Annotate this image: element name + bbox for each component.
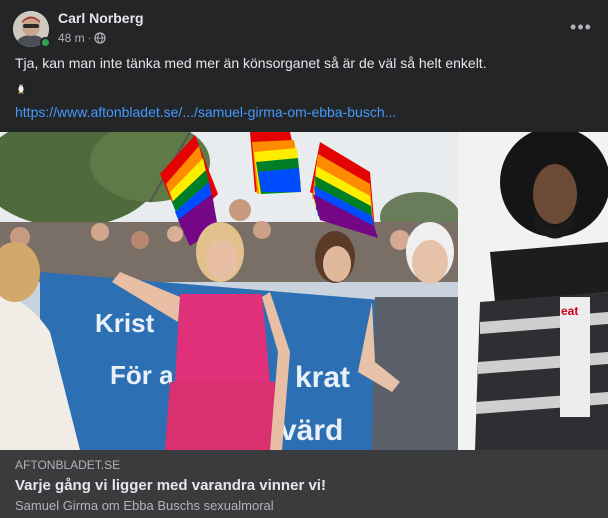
preview-title: Varje gång vi ligger med varandra vinner… [15,477,326,494]
post-timestamp[interactable]: 48 m [58,31,85,45]
svg-text:värd: värd [280,414,343,447]
penguin-emoji-icon [17,83,25,94]
preview-subtitle: Samuel Girma om Ebba Buschs sexualmoral [15,498,274,513]
more-options-button[interactable]: ••• [566,12,596,42]
online-status-indicator [40,37,51,48]
svg-text:För a: För a [110,360,174,390]
post-meta: 48 m · [58,31,106,45]
preview-photo: Krist krat För a värd eat [0,132,608,450]
rainbow-flag-2 [250,132,301,194]
author-name[interactable]: Carl Norberg [58,10,144,26]
facebook-post: Carl Norberg 48 m · ••• Tja, kan man int… [0,0,608,518]
svg-text:Krist: Krist [95,308,155,338]
svg-text:krat: krat [295,361,350,394]
post-link[interactable]: https://www.aftonbladet.se/.../samuel-gi… [15,104,396,120]
link-preview-image[interactable]: Krist krat För a värd eat [0,132,608,450]
shirt-text: eat [561,304,578,318]
meta-separator: · [87,32,92,44]
globe-icon[interactable] [94,32,106,44]
preview-domain: AFTONBLADET.SE [15,458,121,472]
more-options-icon: ••• [570,16,592,37]
post-text: Tja, kan man inte tänka med mer än könso… [15,55,487,71]
link-preview-footer[interactable]: AFTONBLADET.SE Varje gång vi ligger med … [0,450,608,518]
post-header: Carl Norberg 48 m · ••• [0,0,608,52]
